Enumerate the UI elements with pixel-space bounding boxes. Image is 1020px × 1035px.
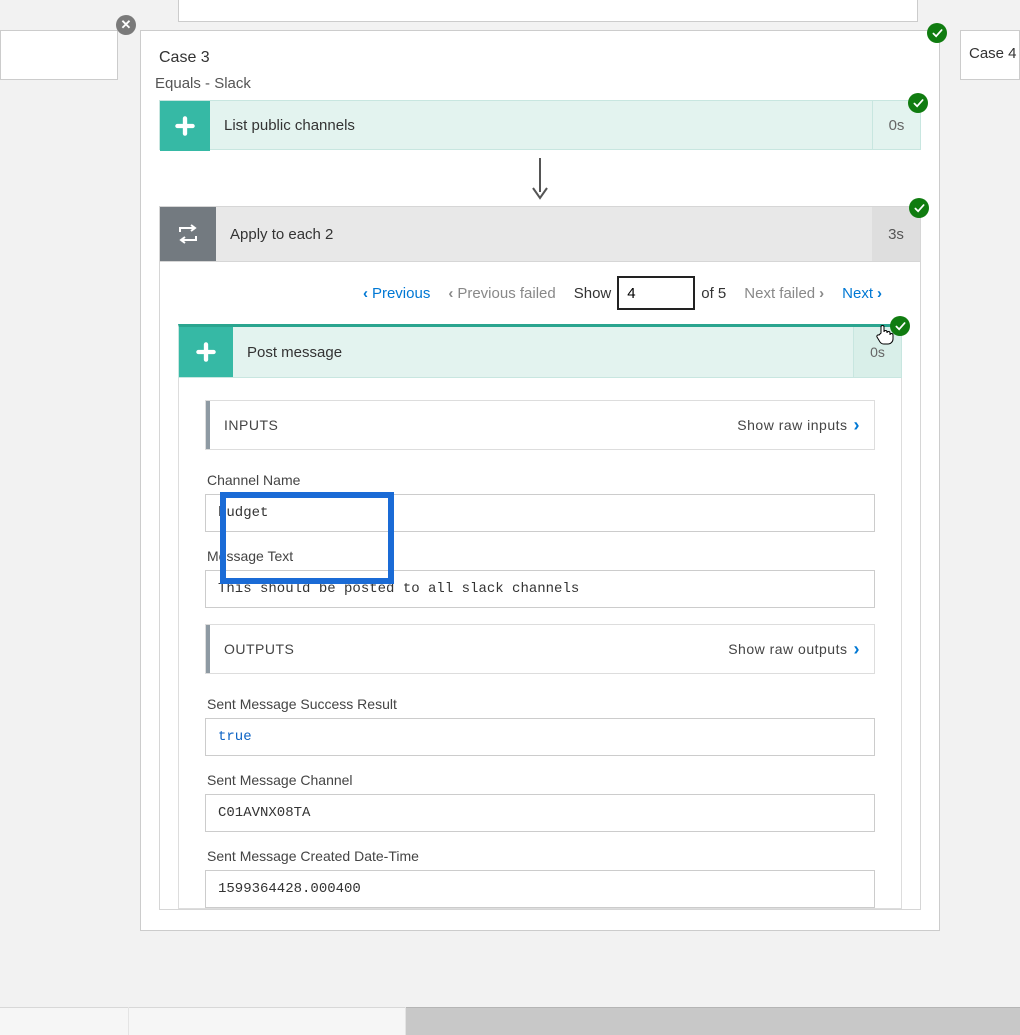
iteration-index-input[interactable] [617, 276, 695, 310]
chevron-right-icon: › [877, 285, 882, 302]
channel-name-label: Channel Name [205, 472, 875, 488]
bottom-scrollbar[interactable] [0, 1007, 1020, 1035]
apply-to-each-header[interactable]: Apply to each 2 3s [159, 206, 921, 262]
created-datetime-value: 1599364428.000400 [205, 870, 875, 908]
next-button[interactable]: Next › [842, 285, 882, 302]
channel-name-value[interactable]: budget [205, 494, 875, 532]
iteration-pager: ‹ Previous ‹ Previous failed Show of 5 N… [160, 262, 920, 324]
step-title: List public channels [210, 101, 872, 149]
created-datetime-field: Sent Message Created Date-Time 159936442… [205, 848, 875, 908]
sent-channel-value: C01AVNX08TA [205, 794, 875, 832]
close-icon[interactable]: ✕ [116, 15, 136, 35]
post-message-title: Post message [233, 327, 853, 377]
checkmark-icon [909, 198, 929, 218]
show-raw-inputs-button[interactable]: Show raw inputs › [737, 415, 860, 436]
chevron-left-icon: ‹ [448, 285, 453, 302]
success-result-field: Sent Message Success Result true [205, 696, 875, 756]
next-failed-button[interactable]: Next failed › [744, 285, 824, 302]
apply-title: Apply to each 2 [216, 207, 872, 261]
success-result-label: Sent Message Success Result [205, 696, 875, 712]
chevron-left-icon: ‹ [363, 285, 368, 302]
case-4-tab[interactable]: Case 4 [960, 30, 1020, 80]
apply-to-each-card: Apply to each 2 3s ‹ Previous ‹ Previous… [159, 206, 921, 910]
post-message-header[interactable]: Post message 0s [178, 324, 902, 378]
case-3-panel: Case 3 Equals - Slack List public channe… [140, 30, 940, 931]
loop-icon [160, 207, 216, 261]
slack-icon [179, 327, 233, 377]
message-text-field: Message Text This should be posted to al… [205, 548, 875, 608]
show-label: Show [574, 285, 612, 302]
equals-label: Equals - Slack [141, 75, 939, 100]
message-text-label: Message Text [205, 548, 875, 564]
created-datetime-label: Sent Message Created Date-Time [205, 848, 875, 864]
checkmark-icon [890, 316, 910, 336]
show-raw-outputs-button[interactable]: Show raw outputs › [728, 639, 860, 660]
chevron-right-icon: › [854, 415, 861, 436]
inputs-header: INPUTS Show raw inputs › [206, 401, 874, 449]
slack-icon [160, 101, 210, 151]
inputs-header-label: INPUTS [224, 417, 278, 433]
channel-name-field: Channel Name budget [205, 472, 875, 532]
left-tab-placeholder [0, 30, 118, 80]
previous-failed-button[interactable]: ‹ Previous failed [448, 285, 555, 302]
chevron-right-icon: › [819, 285, 824, 302]
previous-button[interactable]: ‹ Previous [363, 285, 430, 302]
sent-channel-label: Sent Message Channel [205, 772, 875, 788]
checkmark-icon [908, 93, 928, 113]
outputs-header: OUTPUTS Show raw outputs › [206, 625, 874, 673]
step-list-public-channels[interactable]: List public channels 0s [159, 100, 921, 150]
inputs-section: INPUTS Show raw inputs › [205, 400, 875, 450]
of-label: of 5 [701, 285, 726, 302]
success-result-value: true [205, 718, 875, 756]
outputs-section: OUTPUTS Show raw outputs › [205, 624, 875, 674]
case-title: Case 3 [141, 31, 939, 75]
step-post-message: Post message 0s INPUTS Show raw inputs › [178, 324, 902, 909]
message-text-value[interactable]: This should be posted to all slack chann… [205, 570, 875, 608]
chevron-right-icon: › [854, 639, 861, 660]
outputs-header-label: OUTPUTS [224, 641, 294, 657]
top-outline-box [178, 0, 918, 22]
checkmark-icon [927, 23, 947, 43]
post-message-body: INPUTS Show raw inputs › Channel Name bu… [178, 378, 902, 909]
arrow-down-icon [141, 150, 939, 206]
apply-body: ‹ Previous ‹ Previous failed Show of 5 N… [159, 262, 921, 910]
sent-channel-field: Sent Message Channel C01AVNX08TA [205, 772, 875, 832]
